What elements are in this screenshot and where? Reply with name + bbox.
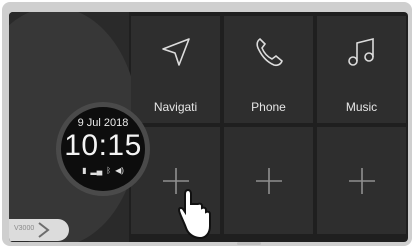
tile-label: Navigati <box>153 100 198 114</box>
chevron-right-icon <box>38 222 50 238</box>
tile-navigation[interactable]: Navigati <box>131 16 220 123</box>
clock-time: 10:15 <box>64 129 142 162</box>
navigation-arrow-icon <box>161 38 190 66</box>
phone-icon <box>255 37 283 67</box>
app-tiles: Navigati Phone Music <box>131 16 406 236</box>
tap-hand-icon <box>178 188 211 240</box>
clock-date: 9 Jul 2018 <box>77 117 129 129</box>
tile-phone[interactable]: Phone <box>224 16 313 123</box>
back-button[interactable]: V3000 <box>9 219 69 241</box>
music-note-icon <box>347 37 374 66</box>
battery-icon: ▮ <box>82 166 87 175</box>
add-icon <box>348 168 375 194</box>
home-indicator[interactable] <box>237 242 261 245</box>
clock-widget[interactable]: 9 Jul 2018 10:15 ▮ ▂▄ ᛒ ◀) <box>56 102 150 196</box>
bluetooth-icon: ᛒ <box>106 166 112 175</box>
tile-add-2[interactable] <box>224 127 313 234</box>
status-icons: ▮ ▂▄ ᛒ ◀) <box>61 166 145 175</box>
tile-add-3[interactable] <box>317 127 406 234</box>
volume-icon: ◀) <box>115 166 124 175</box>
tile-label: Music <box>345 100 378 114</box>
signal-icon: ▂▄ <box>90 166 103 175</box>
tile-music[interactable]: Music <box>317 16 406 123</box>
version-label: V3000 <box>14 225 35 232</box>
tile-label: Phone <box>251 100 286 114</box>
add-icon <box>255 168 282 194</box>
